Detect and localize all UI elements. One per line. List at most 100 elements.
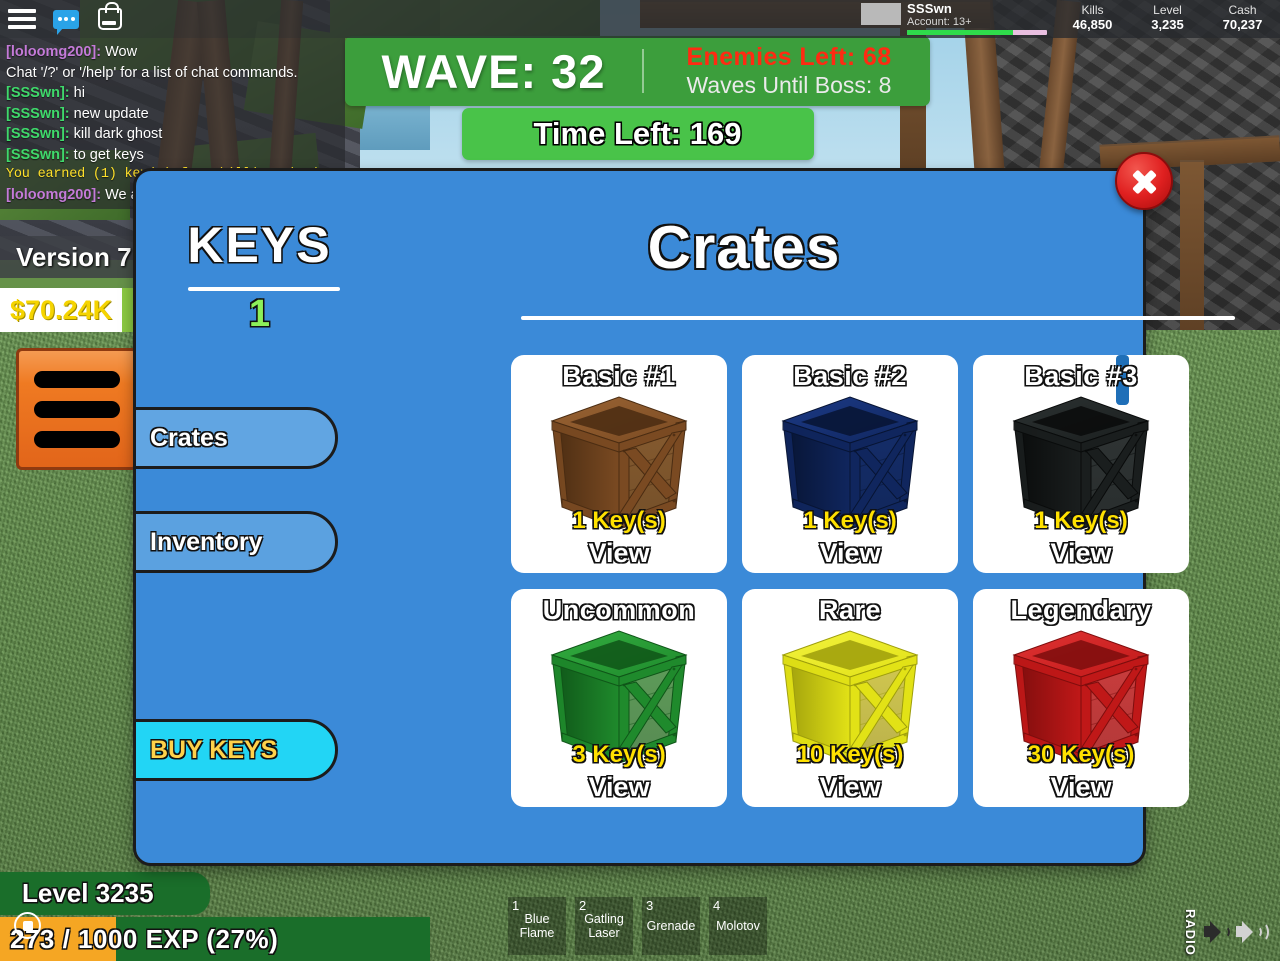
crate-title: Basic #2 <box>793 361 907 391</box>
crate-view-button[interactable]: View <box>742 538 958 569</box>
dialog-content: Crates Basic #1 1 Key(s) View Basic #2 1… <box>383 171 1235 863</box>
crate-view-button[interactable]: View <box>973 538 1189 569</box>
crate-title: Basic #3 <box>1024 361 1138 391</box>
hotbar-slot-label: Molotov <box>716 918 760 933</box>
crate-card[interactable]: Rare 10 Key(s) View <box>742 589 958 807</box>
hotbar-slot-number: 4 <box>713 898 721 913</box>
player-stats-bar: SSSwn Account: 13+ Kills 46,850 Level 3,… <box>861 0 1280 38</box>
hotbar-slot-label: Gatling Laser <box>584 911 624 940</box>
crate-card[interactable]: Uncommon 3 Key(s) View <box>511 589 727 807</box>
crate-view-button[interactable]: View <box>742 772 958 803</box>
sidebar-item-crates-label: Crates <box>150 423 228 452</box>
chat-line: [SSSwn]: to get keys <box>6 145 339 166</box>
hotbar-slot-number: 3 <box>646 898 654 913</box>
crate-card[interactable]: Basic #2 1 Key(s) View <box>742 355 958 573</box>
stat-kills-value: 46,850 <box>1072 17 1113 32</box>
hotbar: 1 Blue Flame 2 Gatling Laser 3 Grenade 4 Moloto… <box>508 897 767 955</box>
crate-view-button[interactable]: View <box>511 538 727 569</box>
volume-icon[interactable] <box>1236 920 1269 944</box>
chat-system-line: Chat '/?' or '/help' for a list of chat … <box>6 64 298 81</box>
sidebar-item-inventory-label: Inventory <box>150 527 263 556</box>
keys-divider <box>188 287 340 291</box>
crate-card[interactable]: Basic #1 1 Key(s) View <box>511 355 727 573</box>
page-title: Crates <box>647 214 841 281</box>
chat-text: kill dark ghost <box>69 126 163 143</box>
hamburger-icon <box>8 9 36 29</box>
hotbar-slot-label: Grenade <box>646 918 696 933</box>
crate-card[interactable]: Legendary 30 Key(s) View <box>973 589 1189 807</box>
chat-author: [SSSwn]: <box>6 105 70 122</box>
level-badge: Level 3235 <box>0 872 210 915</box>
backpack-icon <box>98 2 122 30</box>
hotbar-slot-number: 1 <box>512 898 520 913</box>
crates-dialog: KEYS 1 Crates Inventory BUY KEYS Crates … <box>133 168 1235 866</box>
player-name: SSSwn <box>907 1 953 16</box>
sidebar-item-buy-keys-label: BUY KEYS <box>150 735 278 764</box>
chat-toggle-button[interactable] <box>44 0 88 38</box>
wave-info-block: Enemies Left: 68 Waves Until Boss: 8 <box>644 43 930 99</box>
hotbar-slot[interactable]: 2 Gatling Laser <box>575 897 633 955</box>
stat-level-label: Level <box>1153 3 1182 17</box>
chat-author: [SSSwn]: <box>6 85 70 102</box>
radio-label: RADIO <box>1183 908 1198 956</box>
radio-control[interactable]: RADIO <box>1183 908 1269 956</box>
stat-level: Level 3,235 <box>1130 0 1205 32</box>
player-identity: SSSwn Account: 13+ <box>901 0 1055 35</box>
close-icon <box>1129 166 1159 196</box>
stat-level-value: 3,235 <box>1151 17 1184 32</box>
wave-label: WAVE: 32 <box>381 44 606 98</box>
menu-toggle-button[interactable] <box>0 0 44 38</box>
crate-key-cost: 1 Key(s) <box>803 507 897 534</box>
crate-key-cost: 30 Key(s) <box>1027 741 1135 768</box>
chat-line: [SSSwn]: new update <box>6 104 339 125</box>
crate-view-button[interactable]: View <box>511 772 727 803</box>
chat-text: Wow <box>101 44 138 60</box>
version-label: Version 7 <box>16 241 132 272</box>
chat-text: hi <box>69 85 85 102</box>
hotbar-slot[interactable]: 1 Blue Flame <box>508 897 566 955</box>
crate-key-cost: 3 Key(s) <box>572 741 666 768</box>
chat-line: [SSSwn]: kill dark ghost <box>6 124 339 145</box>
roblox-logo-icon <box>14 912 41 939</box>
keys-count: 1 <box>248 293 271 335</box>
chat-author: [SSSwn]: <box>6 146 70 163</box>
stat-cash-value: 70,237 <box>1222 17 1263 32</box>
backpack-button[interactable] <box>88 0 132 38</box>
hotbar-slot-label: Blue Flame <box>519 911 555 940</box>
chat-text: to get keys <box>69 146 144 163</box>
hotbar-slot[interactable]: 3 Grenade <box>642 897 700 955</box>
time-left-banner: Time Left: 169 <box>461 108 814 160</box>
chat-line: [SSSwn]: hi <box>6 83 339 104</box>
player-account-label: Account: 13+ <box>907 16 972 28</box>
wave-hud: WAVE: 32 Enemies Left: 68 Waves Until Bo… <box>345 36 930 160</box>
wood-post <box>1180 160 1204 340</box>
exp-bar: 273 / 1000 EXP (27%) <box>0 917 430 961</box>
shop-menu-button[interactable] <box>16 348 138 470</box>
avatar <box>861 3 901 25</box>
close-button[interactable] <box>1115 152 1173 210</box>
crate-title: Legendary <box>1010 595 1152 625</box>
level-label: Level 3235 <box>22 878 154 908</box>
hotbar-slot[interactable]: 4 Molotov <box>709 897 767 955</box>
chat-text: new update <box>69 105 149 122</box>
stat-cash: Cash 70,237 <box>1205 0 1280 32</box>
stat-kills-label: Kills <box>1081 3 1104 17</box>
wave-banner: WAVE: 32 Enemies Left: 68 Waves Until Bo… <box>345 36 930 106</box>
chat-author: [loloomg200]: <box>6 44 102 60</box>
crate-title: Uncommon <box>542 595 696 625</box>
crate-key-cost: 1 Key(s) <box>1034 507 1128 534</box>
sidebar-item-inventory[interactable]: Inventory <box>133 511 338 573</box>
exp-label: 273 / 1000 EXP (27%) <box>10 923 279 954</box>
sidebar-item-crates[interactable]: Crates <box>133 407 338 469</box>
radio-mute-icon[interactable] <box>1204 920 1230 944</box>
hotbar-slot-number: 2 <box>579 898 587 913</box>
health-bar <box>907 30 1047 35</box>
time-left-label: Time Left: 169 <box>533 116 742 151</box>
sidebar-item-buy-keys[interactable]: BUY KEYS <box>133 719 338 781</box>
chat-author: [loloomg200]: <box>6 186 102 203</box>
stat-kills: Kills 46,850 <box>1055 0 1130 32</box>
crate-key-cost: 10 Key(s) <box>796 741 904 768</box>
crate-view-button[interactable]: View <box>973 772 1189 803</box>
wave-number-block: WAVE: 32 <box>345 44 642 99</box>
crate-card[interactable]: Basic #3 1 Key(s) View <box>973 355 1189 573</box>
